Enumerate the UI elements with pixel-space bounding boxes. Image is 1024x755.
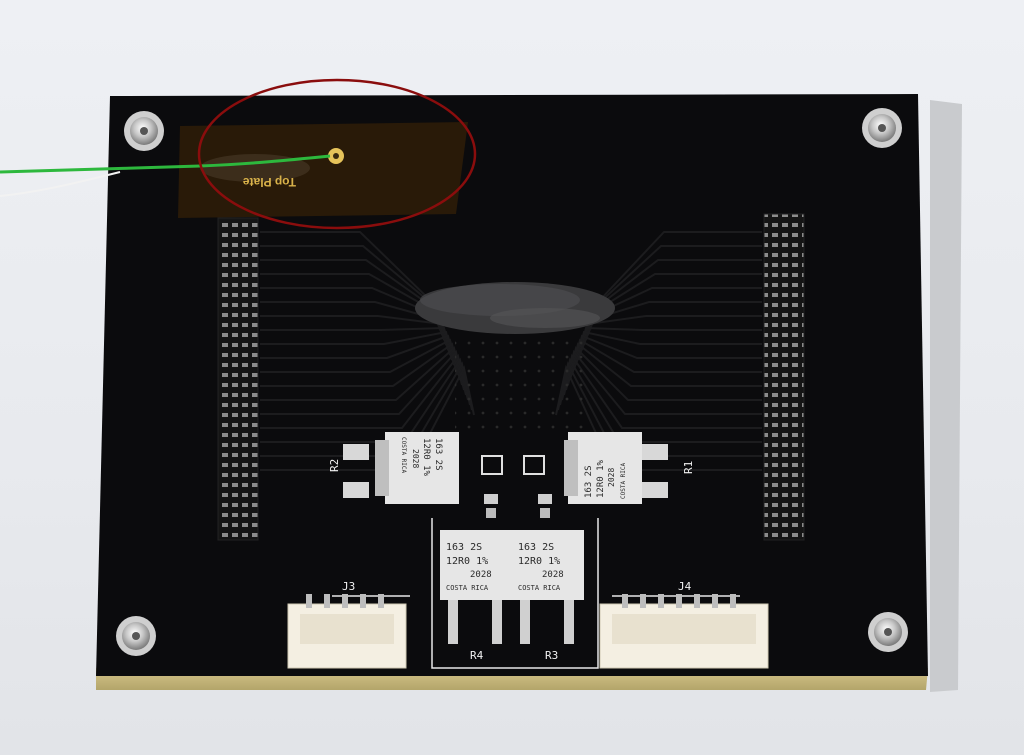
- board-shadow: [930, 100, 962, 692]
- kapton-tape: Top Plate: [178, 122, 468, 218]
- label-r2: R2: [328, 459, 341, 472]
- r1-marking-3: 2028: [607, 468, 616, 487]
- label-r1: R1: [682, 461, 695, 474]
- label-j4: J4: [678, 580, 692, 593]
- r1-marking-1: 163 2S: [584, 465, 594, 498]
- connector-j4: [599, 594, 769, 669]
- epoxy-patch: [415, 282, 615, 334]
- r3-marking-4: COSTA RICA: [518, 584, 561, 592]
- header-left: [217, 217, 259, 541]
- r3-marking-1: 163 2S: [518, 542, 554, 553]
- pcb-photo: Top Plate 163 2S 12R0 1% 2028 COSTA RICA…: [0, 78, 962, 692]
- r1-marking-4: COSTA RICA: [620, 462, 627, 499]
- screw-bottom-left: [116, 616, 156, 656]
- header-right: [763, 213, 805, 541]
- r4-marking-2: 12R0 1%: [446, 556, 488, 567]
- r2-marking-3: 2028: [411, 449, 420, 468]
- r2-marking-1: 163 2S: [433, 438, 443, 471]
- label-j3: J3: [342, 580, 355, 593]
- r2-marking-2: 12R0 1%: [421, 438, 431, 477]
- connector-j3: [287, 594, 407, 669]
- screw-top-left: [124, 111, 164, 151]
- label-r3: R3: [545, 649, 558, 662]
- r4-marking-3: 2028: [470, 570, 492, 580]
- r3-marking-2: 12R0 1%: [518, 556, 560, 567]
- kapton-label: Top Plate: [243, 175, 296, 189]
- label-r4: R4: [470, 649, 484, 662]
- r4-marking-4: COSTA RICA: [446, 584, 489, 592]
- screw-bottom-right: [868, 612, 908, 652]
- r4-marking-1: 163 2S: [446, 542, 482, 553]
- screw-top-right: [862, 108, 902, 148]
- r2-marking-4: COSTA RICA: [400, 437, 407, 474]
- r1-marking-2: 12R0 1%: [596, 459, 606, 498]
- r3-marking-3: 2028: [542, 570, 564, 580]
- via-grid: [455, 340, 585, 430]
